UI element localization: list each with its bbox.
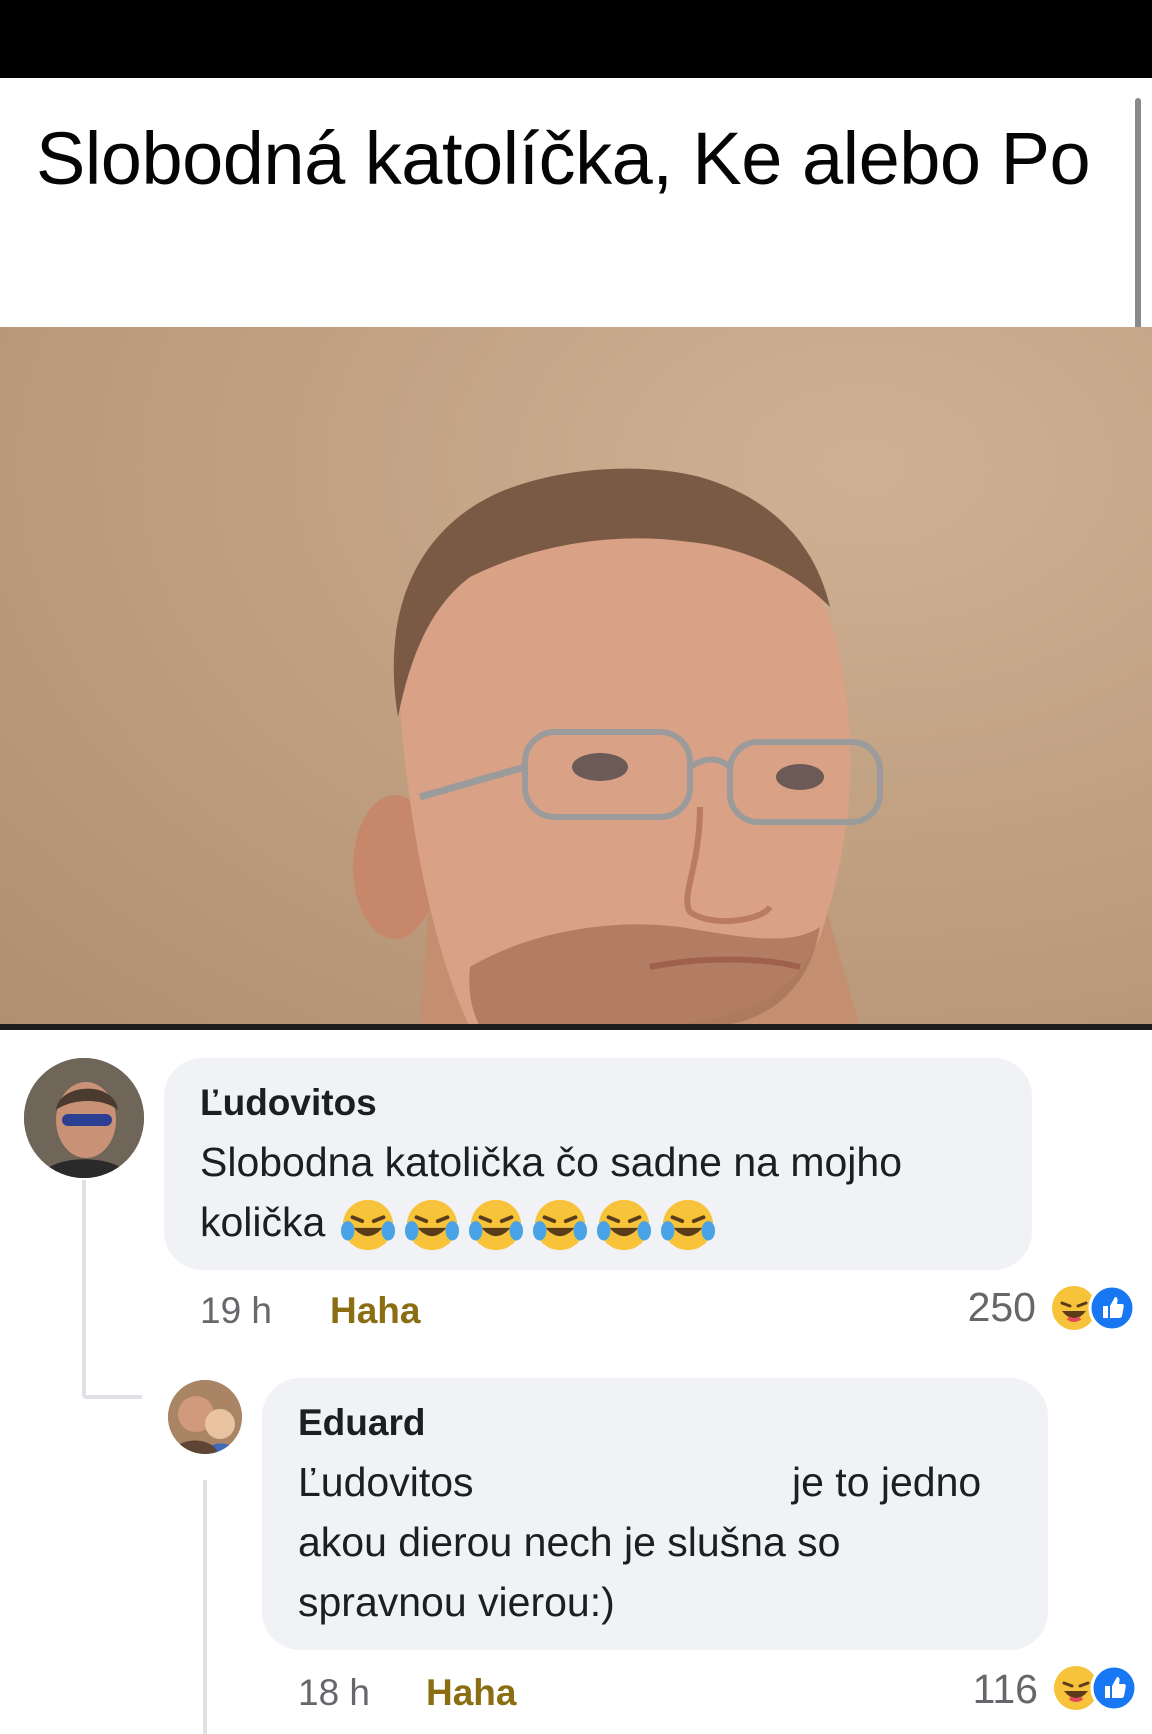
reaction-count[interactable]: 250 [900, 1284, 1036, 1331]
comment-text-line: je to jedno [792, 1459, 982, 1505]
tears-of-joy-emoji [533, 1200, 588, 1251]
haha-reaction-button[interactable]: Haha [426, 1672, 516, 1714]
comment-timestamp: 19 h [200, 1290, 273, 1331]
tears-of-joy-emoji [405, 1200, 460, 1251]
thread-line [82, 1180, 86, 1395]
like-reaction-icon [1090, 1664, 1138, 1712]
post-title: Slobodná katolíčka, Ke alebo Po [36, 117, 1091, 200]
comment-text-line-2: količka [200, 1192, 717, 1254]
tears-of-joy-emoji [341, 1200, 396, 1251]
avatar-eduard[interactable] [168, 1380, 242, 1454]
photo-divider [0, 1024, 1152, 1030]
thread-line [203, 1480, 207, 1734]
post-photo[interactable] [0, 327, 1152, 1027]
reaction-count[interactable]: 116 [900, 1666, 1038, 1713]
emoji-row [339, 1196, 717, 1254]
comment-author[interactable]: Eduard [298, 1402, 425, 1444]
tears-of-joy-emoji [597, 1200, 652, 1251]
comment-timestamp: 18 h [298, 1672, 371, 1713]
portrait-illustration [0, 327, 1152, 1027]
comment-text-line: Slobodna katolička čo sadne na mojho [200, 1139, 903, 1185]
haha-reaction-button[interactable]: Haha [330, 1290, 420, 1332]
tears-of-joy-emoji [469, 1200, 524, 1251]
like-reaction-icon [1088, 1284, 1136, 1332]
comment-text: količka [200, 1199, 326, 1245]
status-bar [0, 0, 1152, 78]
thread-connector [82, 1395, 142, 1399]
avatar-photo-icon [168, 1380, 242, 1454]
avatar-ludovitos[interactable] [24, 1058, 144, 1178]
comment-author[interactable]: Ľudovitos [200, 1082, 377, 1124]
comment-text-line: akou dierou nech je slušna so [298, 1519, 841, 1565]
comment-mention[interactable]: Ľudovitos [298, 1452, 474, 1512]
comment-text-line: spravnou vierou:) [298, 1579, 615, 1625]
tears-of-joy-emoji [661, 1200, 716, 1251]
avatar-photo-icon [24, 1058, 144, 1178]
